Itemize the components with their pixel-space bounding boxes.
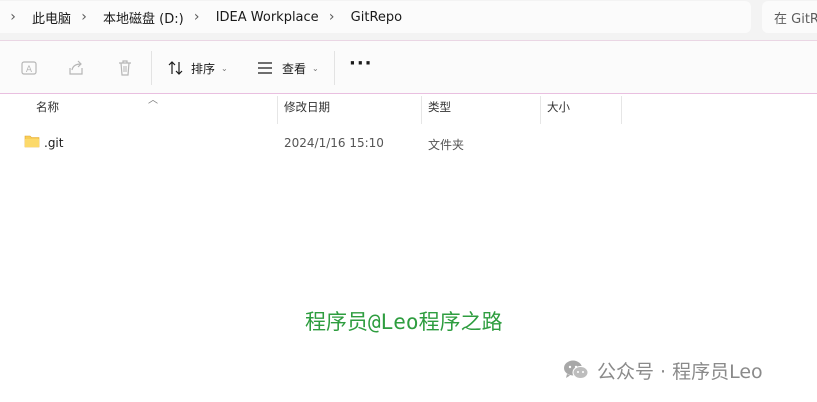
breadcrumb-gitrepo[interactable]: GitRepo (351, 10, 402, 25)
chevron-down-icon: ⌄ (221, 63, 228, 73)
column-divider[interactable] (277, 96, 278, 124)
chevron-right-icon[interactable]: › (6, 9, 20, 25)
sort-icon (168, 61, 183, 75)
sort-button[interactable]: 排序 ⌄ (167, 58, 228, 78)
breadcrumb-local-disk[interactable]: 本地磁盘 (D:) (103, 8, 184, 27)
chevron-right-icon[interactable]: › (77, 9, 91, 25)
file-name: .git (44, 136, 64, 150)
breadcrumb-this-pc[interactable]: 此电脑 (32, 8, 71, 27)
column-divider[interactable] (540, 96, 541, 124)
search-placeholder: 在 GitR (774, 11, 817, 27)
folder-icon (24, 135, 40, 148)
column-header-date-modified[interactable]: 修改日期 (284, 99, 330, 115)
view-button[interactable]: 查看 ⌄ (256, 58, 319, 78)
delete-icon[interactable] (116, 59, 134, 77)
file-date-modified: 2024/1/16 15:10 (284, 136, 384, 150)
view-label: 查看 (282, 61, 307, 76)
sort-label: 排序 (191, 61, 216, 76)
command-bar: A 排序 ⌄ 查看 ⌄ ··· (0, 40, 817, 94)
wechat-watermark: 公众号 · 程序员Leo (563, 356, 763, 384)
chevron-down-icon: ⌄ (312, 63, 319, 73)
column-header-name[interactable]: 名称 (36, 99, 59, 115)
file-type: 文件夹 (428, 138, 465, 152)
breadcrumb[interactable]: › 此电脑 › 本地磁盘 (D:) › IDEA Workplace › Git… (0, 1, 751, 33)
toolbar-divider (151, 51, 152, 85)
chevron-right-icon[interactable]: › (190, 9, 204, 25)
file-row[interactable] (16, 131, 816, 153)
column-divider[interactable] (621, 96, 622, 124)
breadcrumb-idea-workplace[interactable]: IDEA Workplace (216, 10, 319, 25)
column-header-type[interactable]: 类型 (428, 99, 451, 115)
chevron-right-icon[interactable]: › (325, 9, 339, 25)
column-divider[interactable] (421, 96, 422, 124)
search-input[interactable]: 在 GitR (762, 1, 817, 33)
wechat-icon (564, 360, 589, 379)
view-icon (258, 62, 272, 74)
column-header-size[interactable]: 大小 (547, 99, 570, 115)
sort-ascending-icon: ︿ (148, 95, 158, 106)
share-icon[interactable] (67, 59, 85, 77)
address-bar-region: › 此电脑 › 本地磁盘 (D:) › IDEA Workplace › Git… (0, 0, 817, 40)
toolbar-divider (334, 51, 335, 85)
more-options-button[interactable]: ··· (349, 53, 373, 74)
watermark-center-text: 程序员@Leo程序之路 (305, 310, 503, 334)
rename-icon[interactable]: A (20, 59, 38, 77)
svg-text:A: A (26, 65, 33, 75)
wechat-watermark-text: 公众号 · 程序员Leo (597, 360, 763, 383)
